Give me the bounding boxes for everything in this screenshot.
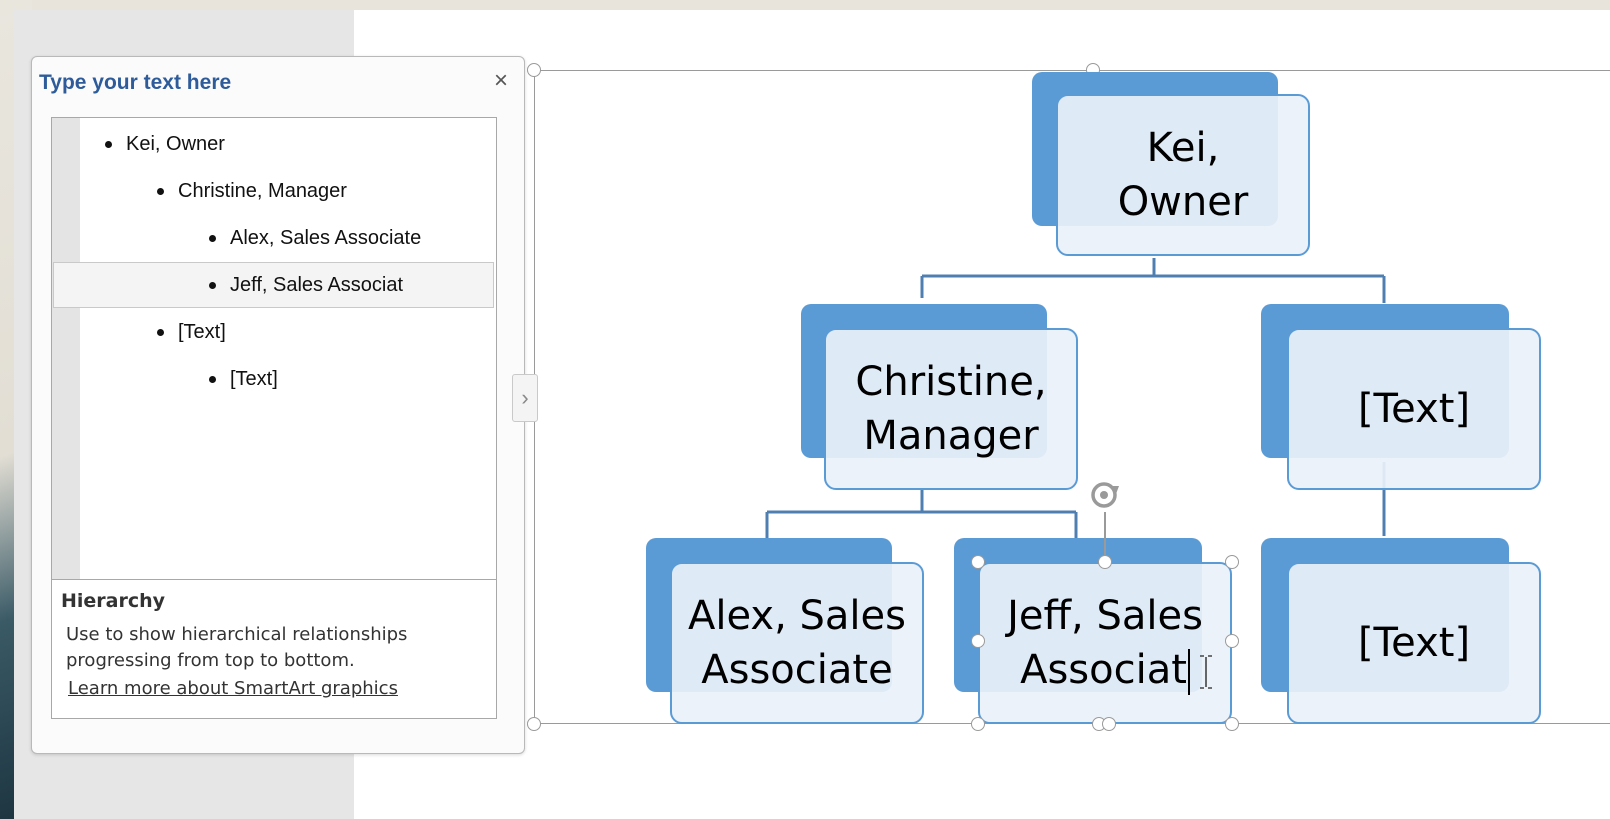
text-right-line1: [Text]: [1357, 386, 1471, 432]
jeff-handle-bottom-mid2[interactable]: [1102, 717, 1116, 731]
chevron-right-icon[interactable]: ›: [512, 374, 538, 422]
rotate-stem: [1104, 512, 1106, 556]
list-item-label: Christine, Manager: [178, 179, 347, 202]
text-bottom-line1: [Text]: [1357, 620, 1471, 666]
i-beam-cursor-icon: [1200, 655, 1212, 689]
list-item[interactable]: [Text]: [53, 309, 494, 355]
text-bottom-shape[interactable]: [Text]: [1287, 562, 1541, 724]
bullet-icon: [157, 187, 164, 195]
jeff-shape[interactable]: Jeff, Sales Associat: [978, 562, 1232, 724]
list-item-label: [Text]: [230, 367, 278, 390]
jeff-handle-bottom-left[interactable]: [971, 717, 985, 731]
layout-description: Use to show hierarchical relationships p…: [66, 624, 408, 671]
bullet-icon: [157, 328, 164, 336]
text-caret: [1187, 649, 1190, 695]
jeff-line1: Jeff, Sales: [1007, 593, 1203, 639]
christine-line1: Christine,: [855, 359, 1047, 405]
jeff-handle-top-right[interactable]: [1225, 555, 1239, 569]
kei-shape[interactable]: Kei, Owner: [1056, 94, 1310, 256]
list-item-selected[interactable]: Jeff, Sales Associat: [53, 262, 494, 308]
text-right-shape[interactable]: [Text]: [1287, 328, 1541, 490]
connector-level2-bar: [920, 274, 1386, 303]
smartart-text-pane: Type your text here × Kei, Owner Christi…: [31, 56, 525, 754]
list-item-label: Alex, Sales Associate: [230, 226, 422, 249]
christine-line2: Manager: [863, 413, 1039, 459]
jeff-handle-top-mid[interactable]: [1098, 555, 1112, 569]
connector-level3-bar: [765, 510, 1078, 538]
christine-shape[interactable]: Christine, Manager: [824, 328, 1078, 490]
rotate-icon[interactable]: [1088, 478, 1122, 512]
list-item[interactable]: [Text]: [53, 356, 494, 402]
kei-line2: Owner: [1117, 179, 1249, 225]
bullet-list[interactable]: Kei, Owner Christine, Manager Alex, Sale…: [51, 117, 497, 589]
jeff-handle-mid-right[interactable]: [1225, 634, 1239, 648]
bullet-icon: [209, 375, 216, 383]
list-item[interactable]: Alex, Sales Associate: [53, 215, 494, 261]
alex-shape[interactable]: Alex, Sales Associate: [670, 562, 924, 724]
layout-name: Hierarchy: [61, 590, 166, 612]
jeff-handle-bottom-right[interactable]: [1225, 717, 1239, 731]
layout-description-box: Hierarchy Use to show hierarchical relat…: [51, 579, 497, 719]
bullet-icon: [105, 140, 112, 148]
jeff-handle-mid-left[interactable]: [971, 634, 985, 648]
close-icon[interactable]: ×: [494, 69, 508, 93]
list-item-label: Jeff, Sales Associat: [230, 273, 404, 296]
alex-line2: Associate: [701, 647, 893, 693]
bullet-icon: [209, 281, 216, 289]
list-item[interactable]: Christine, Manager: [53, 168, 494, 214]
jeff-handle-top-left[interactable]: [971, 555, 985, 569]
list-item-label: Kei, Owner: [126, 132, 225, 155]
jeff-line2[interactable]: Associat: [1020, 647, 1187, 693]
list-item[interactable]: Kei, Owner: [53, 121, 494, 167]
bullet-icon: [209, 234, 216, 242]
kei-line1: Kei,: [1146, 125, 1220, 171]
learn-more-link[interactable]: Learn more about SmartArt graphics: [68, 678, 398, 699]
list-item-label: [Text]: [178, 320, 226, 343]
alex-line1: Alex, Sales: [688, 593, 906, 639]
pane-title: Type your text here: [39, 71, 232, 94]
